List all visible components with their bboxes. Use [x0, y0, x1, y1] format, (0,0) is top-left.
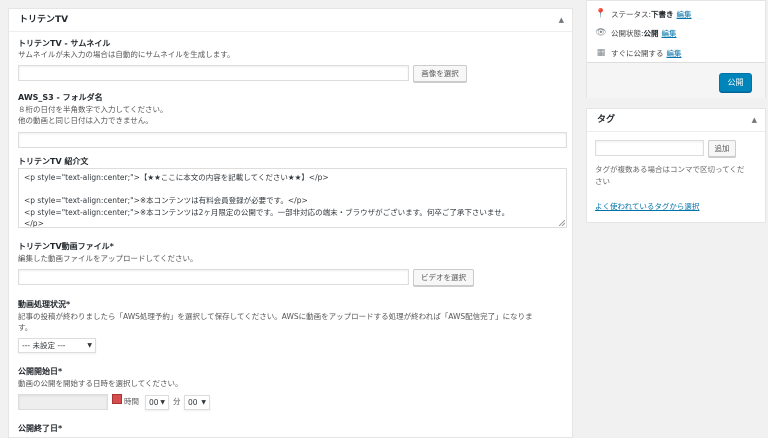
pin-icon: 📍 [595, 9, 607, 19]
select-video-button[interactable]: ビデオを選択 [413, 269, 474, 286]
trireten-tv-metabox: トリテンTV ▲ トリテンTV - サムネイル サムネイルが未入力の場合は自動的… [8, 8, 573, 438]
start-date-label: 公開開始日* [18, 367, 63, 376]
processing-desc-1: 記事の投稿が終わりましたら「AWS処理予約」を選択して保存してください。AWSに… [18, 312, 533, 321]
tag-input[interactable] [595, 140, 704, 156]
status-edit-link[interactable]: 編集 [677, 9, 692, 20]
start-date-input[interactable] [18, 394, 108, 410]
status-row: 📍 ステータス: 下書き 編集 [595, 8, 692, 20]
thumbnail-desc: サムネイルが未入力の場合は自動的にサムネイルを生成します。 [18, 50, 235, 59]
tag-box: タグ ▲ 追加 タグが複数ある場合はコンマで区切ってくだ さい よく使われている… [586, 108, 766, 223]
end-date-label: 公開終了日* [18, 424, 63, 433]
minute-select[interactable]: 00 ▼ [184, 395, 210, 410]
schedule-edit-link[interactable]: 編集 [667, 48, 682, 59]
publish-box: 📍 ステータス: 下書き 編集 👁 公開状態: 公開 編集 ▦ すぐに公開する … [586, 0, 766, 98]
status-value: 下書き [651, 9, 674, 19]
hour-label: 時間 [124, 397, 139, 406]
popular-tags-link[interactable]: よく使われているタグから選択 [595, 201, 699, 213]
tag-box-title: タグ [597, 115, 616, 125]
aws-folder-input[interactable] [18, 132, 567, 148]
processing-status-select[interactable]: --- 未設定 --- ▼ [18, 338, 96, 353]
chevron-down-icon: ▼ [160, 399, 165, 406]
start-date-desc: 動画の公開を開始する日時を選択してください。 [18, 379, 183, 388]
visibility-edit-link[interactable]: 編集 [662, 28, 677, 39]
tag-hint-2: さい [595, 177, 610, 186]
calendar-icon: ▦ [596, 48, 606, 58]
tag-box-header[interactable]: タグ ▲ [587, 109, 765, 132]
thumbnail-input[interactable] [18, 65, 409, 81]
calendar-icon[interactable] [112, 394, 122, 404]
minute-value: 00 [188, 398, 198, 407]
resize-grip-icon[interactable] [559, 220, 565, 226]
schedule-label: すぐに公開する [611, 48, 664, 58]
processing-label: 動画処理状況* [18, 300, 71, 309]
intro-line-1: <p style="text-align:center;">【★★ここに本文の内… [24, 173, 329, 182]
video-file-label: トリテンTV動画ファイル* [18, 242, 114, 251]
metabox-header[interactable]: トリテンTV ▲ [9, 9, 572, 32]
intro-line-4: <p style="text-align:center;">※本コンテンツは2ヶ… [24, 207, 510, 217]
visibility-value: 公開 [643, 28, 659, 38]
intro-line-3: <p style="text-align:center;">※本コンテンツは有料… [24, 196, 308, 205]
tag-hint-1: タグが複数ある場合はコンマで区切ってくだ [595, 165, 745, 174]
visibility-label: 公開状態: [611, 28, 644, 38]
add-tag-button[interactable]: 追加 [708, 140, 736, 157]
hour-select[interactable]: 00 ▼ [145, 395, 169, 410]
metabox-title: トリテンTV [19, 15, 69, 25]
video-file-desc: 編集した動画ファイルをアップロードしてください。 [18, 254, 198, 263]
aws-folder-label: AWS_S3 - フォルダ名 [18, 93, 103, 102]
intro-line-5: </p> [24, 219, 44, 228]
publish-button[interactable]: 公開 [719, 73, 752, 92]
status-label: ステータス: [611, 9, 652, 19]
thumbnail-label: トリテンTV - サムネイル [18, 39, 111, 48]
intro-label: トリテンTV 紹介文 [18, 157, 89, 166]
chevron-down-icon: ▼ [201, 399, 206, 406]
schedule-row: ▦ すぐに公開する 編集 [595, 47, 682, 59]
hour-value: 00 [149, 398, 159, 407]
chevron-down-icon: ▼ [87, 342, 92, 349]
video-file-input[interactable] [18, 269, 409, 285]
eye-icon: 👁 [595, 28, 607, 38]
intro-line-2 [24, 184, 561, 196]
intro-textarea[interactable]: <p style="text-align:center;">【★★ここに本文の内… [18, 168, 567, 228]
minute-label: 分 [173, 397, 181, 406]
collapse-toggle-icon[interactable]: ▲ [559, 9, 564, 32]
select-image-button[interactable]: 画像を選択 [413, 65, 467, 82]
visibility-row: 👁 公開状態: 公開 編集 [595, 27, 677, 39]
collapse-toggle-icon[interactable]: ▲ [752, 109, 757, 132]
processing-desc-2: す。 [18, 323, 33, 332]
aws-folder-desc-2: 他の動画と同じ日付は入力できません。 [18, 116, 153, 125]
processing-status-value: --- 未設定 --- [22, 341, 66, 350]
